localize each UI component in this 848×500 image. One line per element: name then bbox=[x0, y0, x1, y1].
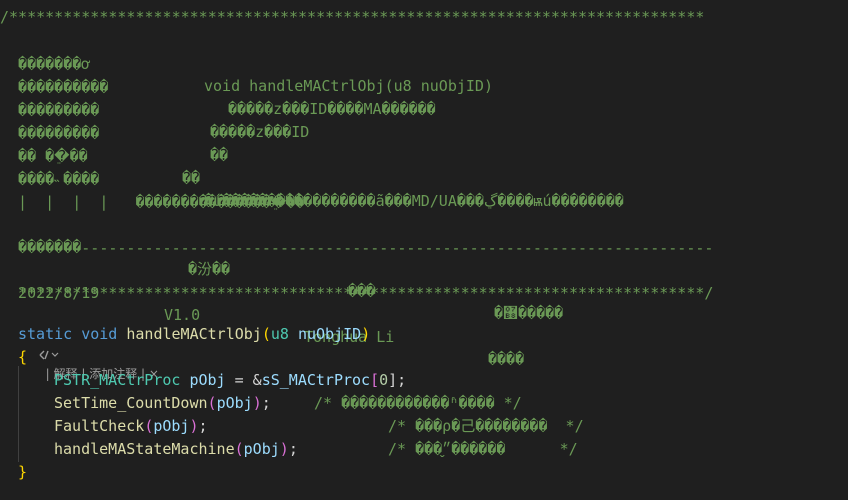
statement-4: handleMAStateMachine(pObj);/* ���״̬�����… bbox=[54, 440, 578, 458]
close-brace: } bbox=[18, 463, 28, 481]
comment-continuation-text: | | | | ����������������ֵ�� bbox=[0, 193, 305, 211]
statement-2: SetTime_CountDown(pObj);/* ������������ʱ… bbox=[54, 394, 522, 412]
history-header-content: �޸����� bbox=[494, 304, 564, 322]
comment-row-2: ���������� �����z���ID����MA������ bbox=[0, 54, 848, 118]
history-divider: ----------------------------------------… bbox=[0, 239, 714, 257]
stmt3-arg: pObj bbox=[153, 417, 190, 435]
keyword-static: static bbox=[18, 325, 73, 343]
comment-border-top: /***************************************… bbox=[0, 8, 705, 26]
comment-row-1: �������ơ void handleMACtrlObj(u8 nuObjID… bbox=[0, 31, 848, 95]
stmt1-eq: = & bbox=[234, 371, 262, 389]
codelens-bar: | 解释 | 添加注释 | × bbox=[16, 304, 159, 381]
comment-row-3: ��������� �����z���ID bbox=[0, 77, 848, 141]
stmt4-arg: pObj bbox=[243, 440, 280, 458]
stmt1-var: pObj bbox=[189, 371, 226, 389]
statement-1: PSTR_MACtrProc pObj = &sS_MACtrProc[0]; bbox=[54, 371, 407, 389]
open-brace: { bbox=[18, 348, 28, 366]
stmt2-comment: /* ������������ʱ���� */ bbox=[314, 394, 522, 412]
param-type: u8 bbox=[270, 325, 289, 343]
function-name: handleMACtrlObj bbox=[126, 325, 262, 343]
comment-row-5: �� ��ֵ�� �� bbox=[0, 123, 848, 187]
stmt2-arg: pObj bbox=[216, 394, 253, 412]
stmt4-comment: /* ���״̬������ */ bbox=[388, 440, 578, 458]
stmt1-index: 0 bbox=[379, 371, 389, 389]
comment-continuation: | | | | ����������������ֵ�� bbox=[0, 169, 848, 211]
comment-row-4: ��������� �� bbox=[0, 100, 848, 164]
comment-border-bottom: ****************************************… bbox=[0, 284, 714, 302]
stmt2-fn: SetTime_CountDown bbox=[54, 394, 208, 412]
function-signature: static void handleMACtrlObj(u8 nuObjID) bbox=[18, 325, 371, 343]
stmt1-type: PSTR_MACtrProc bbox=[54, 371, 181, 389]
indent-guide bbox=[18, 366, 19, 462]
history-row: 2022/8/19 V1.0 Tonghua Li ���� bbox=[0, 260, 848, 368]
stmt3-comment: /* ���ρ�己�������� */ bbox=[388, 417, 584, 435]
stmt1-end: ]; bbox=[388, 371, 407, 389]
comment-row-6: ����˵���� �ú�����������������ã���MD/UA��… bbox=[0, 146, 848, 210]
keyword-void: void bbox=[81, 325, 118, 343]
param-name: nuObjID bbox=[297, 325, 362, 343]
history-header: ������� �汾�� ��� �޸����� bbox=[0, 214, 848, 322]
stmt3-fn: FaultCheck bbox=[54, 417, 145, 435]
statement-3: FaultCheck(pObj);/* ���ρ�己�������� */ bbox=[54, 417, 584, 435]
stmt4-fn: handleMAStateMachine bbox=[54, 440, 235, 458]
stmt1-array: sS_MACtrProc bbox=[261, 371, 371, 389]
